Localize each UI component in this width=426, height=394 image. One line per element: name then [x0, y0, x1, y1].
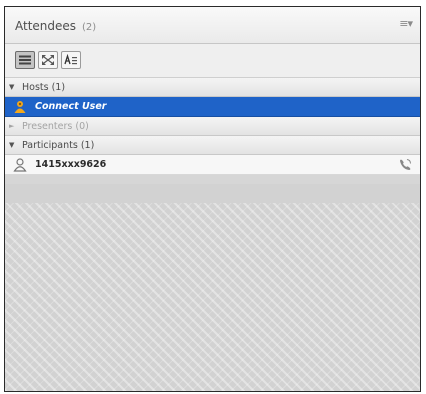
- expand-arrow-icon: ▼: [9, 141, 15, 149]
- phone-icon[interactable]: [398, 158, 412, 172]
- host-name: Connect User: [35, 101, 107, 112]
- attendee-count: (2): [82, 22, 97, 33]
- sort-button[interactable]: [61, 51, 81, 69]
- pod-options-menu-icon[interactable]: ≡▾: [399, 17, 413, 30]
- hosts-section-header[interactable]: ▼ Hosts (1): [5, 78, 420, 97]
- hosts-section-label: Hosts (1): [22, 81, 66, 93]
- presenters-section-label: Presenters (0): [22, 120, 89, 132]
- expand-arrows-icon: [42, 55, 54, 65]
- expand-arrow-icon: ▼: [9, 83, 15, 91]
- participant-person-icon: [13, 157, 27, 172]
- attendees-pod: Attendees (2) ≡▾ ▼ Hosts (1) Connect Use…: [4, 6, 421, 392]
- pod-background-pattern: [5, 203, 420, 391]
- participants-section-label: Participants (1): [22, 139, 95, 151]
- host-row-connect-user[interactable]: Connect User: [5, 97, 420, 117]
- host-person-icon: [14, 100, 26, 113]
- collapse-arrow-icon: ►: [9, 122, 15, 130]
- participant-row[interactable]: 1415xxx9626: [5, 155, 420, 175]
- list-empty-area: [5, 184, 420, 203]
- participants-section-header[interactable]: ▼ Participants (1): [5, 136, 420, 155]
- list-view-button[interactable]: [15, 51, 35, 69]
- participant-name: 1415xxx9626: [35, 159, 107, 170]
- attendees-toolbar: [5, 44, 420, 78]
- fullscreen-view-button[interactable]: [38, 51, 58, 69]
- pod-title: Attendees (2): [15, 19, 96, 33]
- list-icon: [19, 55, 31, 65]
- presenters-section-header[interactable]: ► Presenters (0): [5, 117, 420, 136]
- sort-az-icon: [64, 54, 77, 65]
- pod-title-bar: Attendees (2) ≡▾: [5, 7, 420, 44]
- pod-title-text: Attendees: [15, 19, 77, 33]
